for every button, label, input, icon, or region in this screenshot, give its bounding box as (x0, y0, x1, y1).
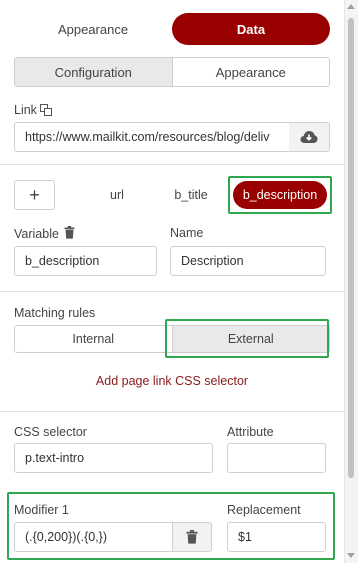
trash-icon (186, 530, 198, 544)
sub-tabs: Configuration Appearance (14, 57, 330, 87)
chip-b-title[interactable]: b_title (166, 181, 216, 209)
divider (0, 164, 344, 165)
scrollbar[interactable] (344, 0, 358, 563)
tab-data[interactable]: Data (172, 13, 330, 45)
delete-modifier-button[interactable] (172, 522, 212, 552)
variable-label: Variable (14, 226, 75, 241)
cloud-download-icon (300, 131, 318, 143)
css-selector-input[interactable]: p.text-intro (14, 443, 213, 473)
matching-rules-label: Matching rules (14, 306, 96, 320)
scrollbar-track (344, 0, 345, 563)
add-css-selector-link[interactable]: Add page link CSS selector (0, 374, 344, 388)
modifier-label: Modifier 1 (14, 503, 69, 517)
link-label: Link (14, 103, 52, 117)
link-input[interactable]: https://www.mailkit.com/resources/blog/d… (14, 122, 290, 152)
chip-url[interactable]: url (96, 181, 138, 209)
scroll-up-arrow-icon[interactable] (347, 4, 355, 9)
name-input[interactable]: Description (170, 246, 326, 276)
css-selector-label: CSS selector (14, 425, 87, 439)
data-panel: Appearance Data Configuration Appearance… (0, 0, 344, 563)
replacement-input[interactable]: $1 (227, 522, 326, 552)
highlight-box-chip (228, 176, 332, 214)
divider (0, 291, 344, 292)
cloud-download-button[interactable] (289, 122, 330, 152)
link-label-text: Link (14, 103, 37, 117)
scroll-down-arrow-icon[interactable] (347, 553, 355, 558)
add-variable-button[interactable]: + (14, 180, 55, 210)
tab-appearance[interactable]: Appearance (14, 13, 172, 45)
attribute-label: Attribute (227, 425, 274, 439)
variable-label-text: Variable (14, 227, 59, 241)
variable-input[interactable]: b_description (14, 246, 157, 276)
top-tabs: Appearance Data (14, 13, 330, 45)
divider (0, 411, 344, 412)
name-label: Name (170, 226, 204, 240)
trash-icon[interactable] (64, 226, 75, 239)
highlight-box-external (165, 319, 329, 358)
modifier-input[interactable]: (.{0,200})(.{0,}) (14, 522, 173, 552)
subtab-configuration[interactable]: Configuration (15, 58, 173, 86)
attribute-input[interactable] (227, 443, 326, 473)
external-link-icon[interactable] (39, 104, 52, 116)
rule-internal[interactable]: Internal (15, 326, 172, 352)
scrollbar-thumb[interactable] (348, 18, 354, 478)
replacement-label: Replacement (227, 503, 301, 517)
subtab-appearance[interactable]: Appearance (172, 58, 329, 86)
